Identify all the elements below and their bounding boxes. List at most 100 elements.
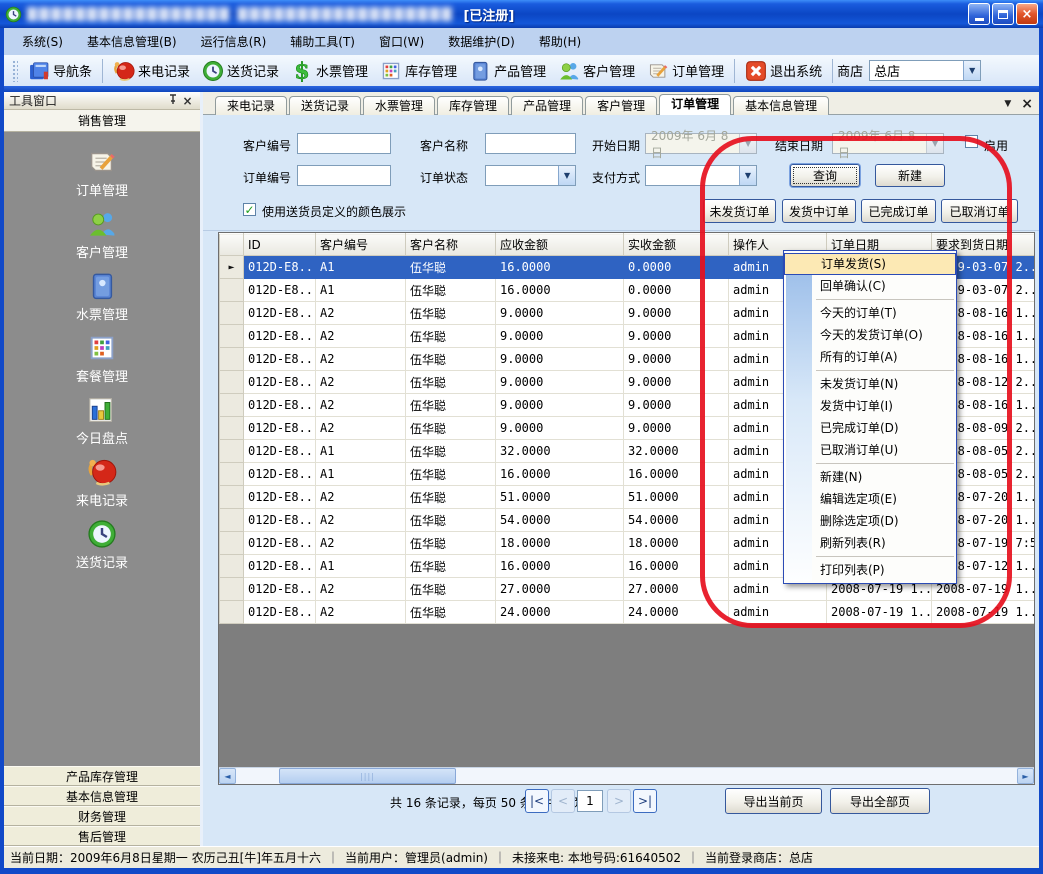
filter-unshipped-orders-button[interactable]: 未发货订单: [703, 199, 776, 223]
scrollbar-thumb[interactable]: [279, 768, 456, 784]
sidebar-item-water-ticket[interactable]: 水票管理: [4, 266, 200, 328]
shop-select[interactable]: 总店 ▼: [869, 60, 981, 81]
pin-icon[interactable]: [165, 94, 180, 108]
customer-people-icon: [558, 60, 580, 82]
menu-item[interactable]: 辅助工具(T): [280, 30, 365, 53]
customer-name-input[interactable]: [485, 133, 576, 154]
tab-scroll-dropdown-icon[interactable]: ▼: [1004, 99, 1011, 109]
menu-item[interactable]: 运行信息(R): [191, 30, 277, 53]
toolbar-button-label: 送货记录: [227, 61, 279, 80]
context-menu-item[interactable]: 已完成订单(D): [784, 417, 956, 439]
close-button[interactable]: ×: [1016, 3, 1038, 25]
toolbar-product-button[interactable]: 产品管理: [463, 57, 552, 85]
sidebar-item-today-check[interactable]: 今日盘点: [4, 390, 200, 452]
end-date-picker[interactable]: 2009年 6月 8日 ▼: [832, 133, 944, 154]
tab-item[interactable]: 客户管理: [585, 96, 657, 115]
column-header[interactable]: [220, 234, 244, 256]
table-row[interactable]: 012D-E8...A2伍华聪24.000024.0000admin2008-0…: [220, 601, 1036, 624]
toolbar-customer-button[interactable]: 客户管理: [552, 57, 641, 85]
column-header[interactable]: 客户编号: [316, 234, 406, 256]
column-header[interactable]: 应收金额: [496, 234, 624, 256]
new-button[interactable]: 新建: [875, 164, 945, 187]
column-header[interactable]: 客户名称: [406, 234, 496, 256]
tab-item[interactable]: 产品管理: [511, 96, 583, 115]
order-status-select[interactable]: ▼: [485, 165, 576, 186]
context-menu-item[interactable]: 打印列表(P): [784, 559, 956, 581]
column-header[interactable]: 实收金额: [624, 234, 729, 256]
toolbar-order-button[interactable]: 订单管理: [641, 57, 730, 85]
maximize-button[interactable]: [992, 3, 1014, 25]
delivery-color-checkbox[interactable]: ✓: [243, 203, 256, 216]
sidebar-item-order[interactable]: 订单管理: [4, 142, 200, 204]
close-icon[interactable]: ×: [180, 94, 195, 108]
tab-item[interactable]: 送货记录: [289, 96, 361, 115]
menu-item[interactable]: 数据维护(D): [438, 30, 525, 53]
menu-item[interactable]: 帮助(H): [529, 30, 591, 53]
sidebar-section-bar[interactable]: 售后管理: [4, 826, 200, 846]
toolbar-navigator-button[interactable]: 导航条: [22, 57, 98, 85]
filter-completed-orders-button[interactable]: 已完成订单: [861, 199, 936, 223]
export-all-pages-button[interactable]: 导出全部页: [830, 788, 930, 814]
toolbar-grip[interactable]: [12, 60, 18, 82]
sidebar-item-customer[interactable]: 客户管理: [4, 204, 200, 266]
context-menu-item[interactable]: 发货中订单(I): [784, 395, 956, 417]
context-menu-item[interactable]: 已取消订单(U): [784, 439, 956, 461]
sidebar-section-bar[interactable]: 基本信息管理: [4, 786, 200, 806]
toolbar-incoming-call-button[interactable]: 来电记录: [107, 57, 196, 85]
query-button[interactable]: 查询: [790, 164, 860, 187]
scroll-right-icon[interactable]: ►: [1017, 768, 1034, 784]
enable-date-checkbox[interactable]: [965, 135, 978, 148]
horizontal-scrollbar[interactable]: ◄ ►: [219, 767, 1034, 784]
menu-item[interactable]: 系统(S): [12, 30, 73, 53]
last-page-button[interactable]: >|: [633, 789, 657, 813]
toolbar-delivery-button[interactable]: 送货记录: [196, 57, 285, 85]
customer-no-input[interactable]: [297, 133, 391, 154]
page-number-input[interactable]: [577, 790, 603, 812]
first-page-button[interactable]: |<: [525, 789, 549, 813]
tab-close-icon[interactable]: ×: [1021, 96, 1033, 112]
tab-item[interactable]: 库存管理: [437, 96, 509, 115]
context-menu-item[interactable]: 新建(N): [784, 466, 956, 488]
table-cell: 32.0000: [624, 440, 729, 463]
tab-item[interactable]: 来电记录: [215, 96, 287, 115]
start-date-picker[interactable]: 2009年 6月 8日 ▼: [645, 133, 757, 154]
sidebar-item-package[interactable]: 套餐管理: [4, 328, 200, 390]
sidebar-section-bar[interactable]: 产品库存管理: [4, 766, 200, 786]
sidebar-section-bar[interactable]: 财务管理: [4, 806, 200, 826]
column-header[interactable]: ID: [244, 234, 316, 256]
toolbar-inventory-button[interactable]: 库存管理: [374, 57, 463, 85]
context-menu-item[interactable]: 未发货订单(N): [784, 373, 956, 395]
minimize-button[interactable]: [968, 3, 990, 25]
next-page-button[interactable]: >: [607, 789, 631, 813]
sidebar-item-delivery[interactable]: 送货记录: [4, 514, 200, 576]
sidebar-item-incoming-call[interactable]: 来电记录: [4, 452, 200, 514]
sidebar-bottom-sections: 产品库存管理基本信息管理财务管理售后管理: [4, 766, 200, 846]
table-cell: 012D-E8...: [244, 440, 316, 463]
context-menu-item[interactable]: 所有的订单(A): [784, 346, 956, 368]
order-no-input[interactable]: [297, 165, 391, 186]
pay-method-select[interactable]: ▼: [645, 165, 757, 186]
context-menu-item[interactable]: 删除选定项(D): [784, 510, 956, 532]
toolbar-exit-button[interactable]: 退出系统: [739, 57, 828, 85]
context-menu-item[interactable]: 今天的发货订单(O): [784, 324, 956, 346]
export-current-page-button[interactable]: 导出当前页: [725, 788, 822, 814]
tab-item[interactable]: 基本信息管理: [733, 96, 829, 115]
context-menu-item[interactable]: 刷新列表(R): [784, 532, 956, 554]
filter-cancelled-orders-button[interactable]: 已取消订单: [941, 199, 1018, 223]
customer-people-icon: [87, 209, 117, 239]
tab-item[interactable]: 水票管理: [363, 96, 435, 115]
prev-page-button[interactable]: <: [551, 789, 575, 813]
scroll-left-icon[interactable]: ◄: [219, 768, 236, 784]
toolbar-water-ticket-button[interactable]: $水票管理: [285, 57, 374, 85]
menu-item[interactable]: 基本信息管理(B): [77, 30, 187, 53]
context-menu-item[interactable]: 编辑选定项(E): [784, 488, 956, 510]
context-menu-item[interactable]: 回单确认(C): [784, 275, 956, 297]
tab-item[interactable]: 订单管理: [659, 94, 731, 115]
menu-item[interactable]: 窗口(W): [369, 30, 434, 53]
table-cell: 9.0000: [496, 371, 624, 394]
context-menu-item[interactable]: 今天的订单(T): [784, 302, 956, 324]
table-cell: 012D-E8...: [244, 601, 316, 624]
filter-shipping-orders-button[interactable]: 发货中订单: [782, 199, 856, 223]
context-menu-item[interactable]: 订单发货(S): [784, 253, 956, 275]
context-menu: 订单发货(S)回单确认(C) 今天的订单(T)今天的发货订单(O)所有的订单(A)…: [783, 250, 957, 584]
